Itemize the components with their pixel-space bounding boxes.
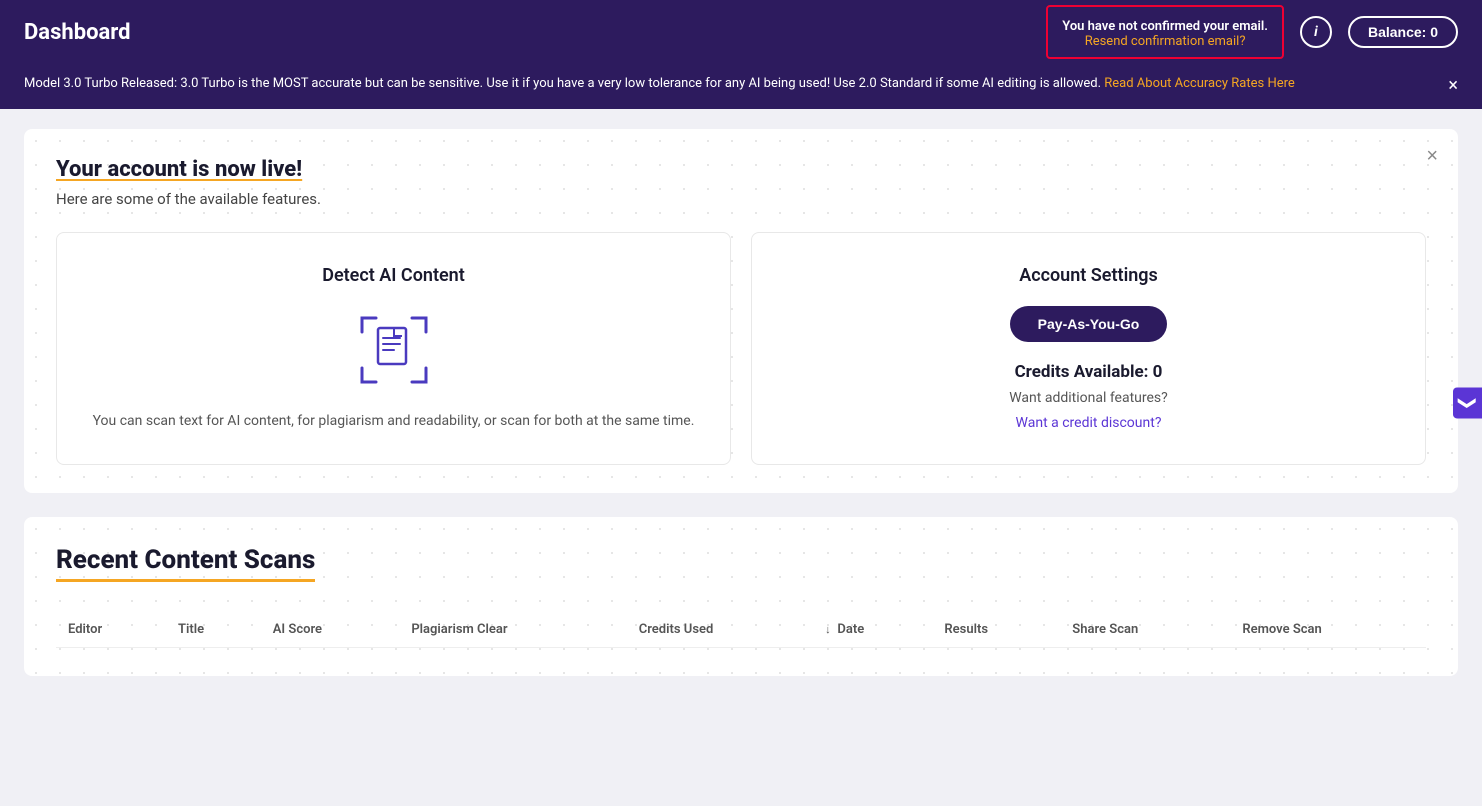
banner-close-button[interactable]: × xyxy=(1448,72,1458,99)
recent-scans-title: Recent Content Scans xyxy=(56,545,315,582)
email-confirm-box: You have not confirmed your email. Resen… xyxy=(1046,5,1284,59)
sort-icon: ↓ xyxy=(825,623,833,636)
table-col-title: Title xyxy=(166,612,261,648)
detect-ai-icon xyxy=(354,310,434,390)
info-icon[interactable]: i xyxy=(1300,16,1332,48)
header: Dashboard You have not confirmed your em… xyxy=(0,0,1482,64)
credit-discount-link[interactable]: Want a credit discount? xyxy=(1016,415,1162,431)
detect-ai-title: Detect AI Content xyxy=(81,265,706,286)
welcome-subtitle: Here are some of the available features. xyxy=(56,190,1426,208)
right-edge-widget[interactable]: ❯ xyxy=(1453,387,1482,418)
table-col-plagiarism-clear: Plagiarism Clear xyxy=(399,612,626,648)
page-title: Dashboard xyxy=(24,20,131,45)
balance-button[interactable]: Balance: 0 xyxy=(1348,16,1458,48)
detect-ai-description: You can scan text for AI content, for pl… xyxy=(81,410,706,432)
table-col-credits-used: Credits Used xyxy=(627,612,813,648)
account-settings-card: Account Settings Pay-As-You-Go Credits A… xyxy=(751,232,1426,465)
recent-scans-table: EditorTitleAI ScorePlagiarism ClearCredi… xyxy=(56,612,1426,648)
resend-confirmation-link[interactable]: Resend confirmation email? xyxy=(1062,34,1268,49)
table-header-row: EditorTitleAI ScorePlagiarism ClearCredi… xyxy=(56,612,1426,648)
feature-cards-container: Detect AI Content xyxy=(56,232,1426,465)
banner-message: Model 3.0 Turbo Released: 3.0 Turbo is t… xyxy=(24,76,1101,91)
announcement-banner: Model 3.0 Turbo Released: 3.0 Turbo is t… xyxy=(0,64,1482,109)
welcome-close-button[interactable]: × xyxy=(1426,145,1438,168)
welcome-title: Your account is now live! xyxy=(56,157,1426,182)
table-col-share-scan: Share Scan xyxy=(1060,612,1230,648)
account-settings-title: Account Settings xyxy=(776,265,1401,286)
table-col-remove-scan: Remove Scan xyxy=(1230,612,1426,648)
table-col-date[interactable]: ↓ Date xyxy=(813,612,932,648)
right-edge-icon: ❯ xyxy=(1457,395,1478,410)
pay-as-you-go-button[interactable]: Pay-As-You-Go xyxy=(1010,306,1168,342)
email-confirm-message: You have not confirmed your email. xyxy=(1062,19,1268,34)
detect-ai-card: Detect AI Content xyxy=(56,232,731,465)
features-text: Want additional features? xyxy=(776,390,1401,406)
table-header: EditorTitleAI ScorePlagiarism ClearCredi… xyxy=(56,612,1426,648)
banner-text: Model 3.0 Turbo Released: 3.0 Turbo is t… xyxy=(24,74,1432,94)
table-col-editor: Editor xyxy=(56,612,166,648)
banner-link[interactable]: Read About Accuracy Rates Here xyxy=(1104,76,1295,91)
recent-scans-section: Recent Content Scans EditorTitleAI Score… xyxy=(24,517,1458,676)
table-col-results: Results xyxy=(932,612,1060,648)
table-col-ai-score: AI Score xyxy=(261,612,400,648)
header-right: You have not confirmed your email. Resen… xyxy=(1046,5,1458,59)
welcome-card: × Your account is now live! Here are som… xyxy=(24,129,1458,493)
main-content: × Your account is now live! Here are som… xyxy=(0,109,1482,806)
credits-available: Credits Available: 0 xyxy=(776,362,1401,382)
